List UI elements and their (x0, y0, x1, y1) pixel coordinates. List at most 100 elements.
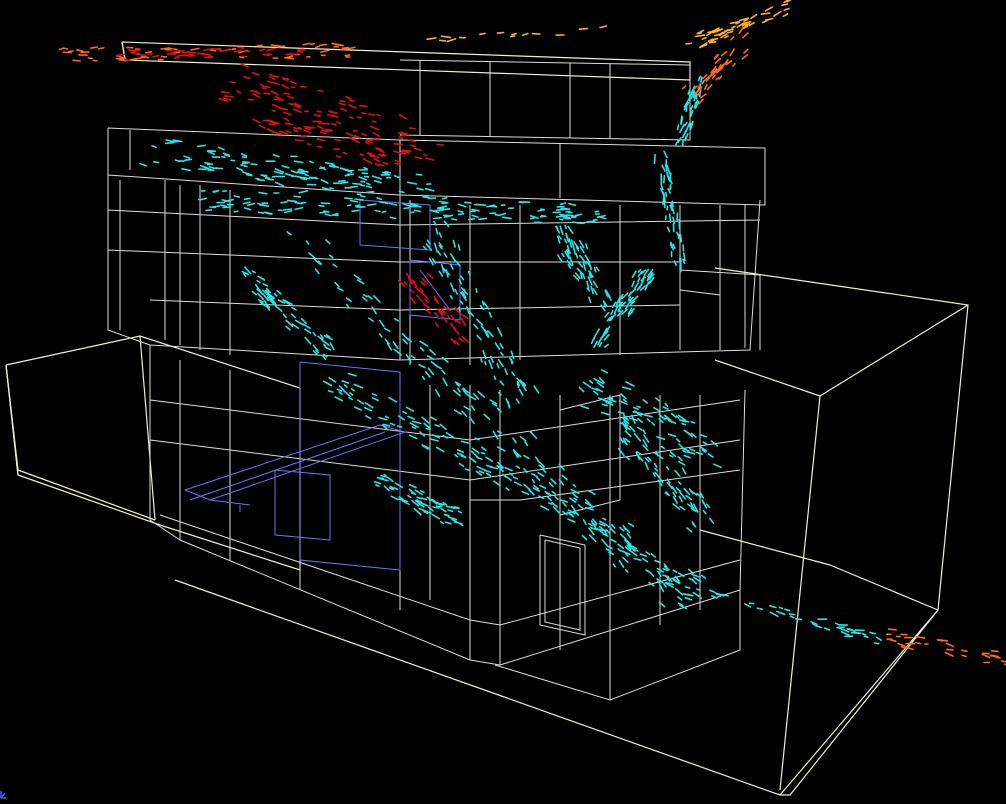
flow-vector (510, 358, 513, 365)
flow-vector (427, 367, 435, 376)
flow-vector (480, 325, 488, 334)
flow-vector (678, 257, 682, 265)
flow-vector (875, 636, 883, 642)
flow-vector (689, 109, 692, 115)
flow-vector (277, 45, 286, 48)
flow-vector (677, 481, 682, 486)
flow-vector (714, 57, 722, 64)
flow-vector (504, 466, 513, 472)
flow-vector (430, 438, 439, 442)
flow-vector (378, 319, 385, 328)
flow-vector (409, 211, 415, 214)
flow-vector (371, 396, 379, 402)
flow-vector (130, 51, 140, 55)
flow-vector (381, 210, 387, 213)
flow-vector (372, 131, 381, 138)
flow-vector (327, 390, 334, 393)
flow-vector (283, 117, 290, 122)
flow-vector (981, 653, 991, 659)
flow-vector (173, 56, 179, 60)
flow-vector (677, 602, 684, 607)
flow-vector (442, 377, 448, 387)
flow-vector (587, 489, 596, 496)
flow-vector (496, 327, 503, 337)
flow-vector (124, 58, 130, 62)
flow-vector (529, 217, 535, 220)
flow-vector (434, 311, 439, 317)
flow-vector (354, 135, 361, 139)
flow-vector (528, 489, 535, 496)
flow-vector (267, 80, 272, 84)
flow-vector (314, 268, 320, 275)
flow-vector (717, 31, 726, 36)
flow-vector (220, 91, 230, 94)
flow-vector (684, 586, 691, 589)
flow-vector (626, 532, 632, 539)
scene-canvas[interactable] (0, 0, 1006, 804)
flow-vector (705, 503, 711, 509)
flow-vector (252, 93, 261, 99)
flow-vector (548, 481, 554, 488)
flow-vector (236, 167, 244, 172)
flow-vector (292, 108, 302, 113)
flow-vector (742, 32, 749, 39)
flow-vector (393, 317, 400, 322)
flow-vector (300, 317, 308, 325)
flow-vector (609, 538, 617, 543)
flow-vector (183, 155, 191, 159)
flow-vector (423, 422, 431, 430)
flow-vector (651, 421, 656, 426)
flow-vector (312, 331, 317, 337)
flow-vector (512, 437, 517, 444)
flow-vector (349, 185, 359, 188)
interior-fixtures (184, 199, 461, 571)
flow-vector (209, 49, 217, 52)
flow-vector (627, 291, 632, 297)
flow-vector (540, 214, 547, 218)
flow-vector (256, 44, 263, 47)
flow-vector (624, 527, 631, 534)
flow-vector (420, 489, 425, 494)
flow-vector (782, 13, 789, 18)
viewport[interactable] (0, 0, 1006, 804)
flow-vector (258, 191, 268, 195)
flow-vector (567, 225, 574, 234)
flow-vector (691, 578, 698, 585)
flow-vector (314, 45, 321, 49)
flow-vector (698, 98, 704, 105)
flow-vector (281, 84, 290, 90)
flow-vector (382, 423, 391, 427)
flow-vector (783, 7, 790, 11)
flow-vector (617, 447, 625, 457)
flow-vector (374, 209, 381, 213)
flow-vector (292, 129, 299, 133)
flow-vector (268, 123, 276, 126)
flow-vector (625, 456, 631, 461)
flow-vector (578, 27, 589, 31)
flow-vector (305, 240, 310, 245)
flow-vector (270, 44, 277, 47)
flow-vector (353, 383, 364, 389)
flow-vector (440, 208, 451, 211)
flow-vector (435, 446, 445, 453)
flow-vector (496, 31, 505, 34)
flow-vector (732, 62, 736, 67)
flow-vector (364, 141, 370, 145)
flow-vector (676, 231, 680, 237)
flow-vector (687, 568, 694, 575)
flow-vector (212, 205, 221, 208)
flow-vector (345, 297, 352, 303)
flow-vector (454, 288, 459, 295)
flow-vector (438, 232, 443, 238)
flow-vector (407, 415, 415, 420)
flow-vector (500, 351, 504, 356)
flow-vector (347, 372, 357, 377)
flow-vector (365, 190, 375, 194)
flow-vector (424, 157, 435, 161)
flow-vector (601, 538, 609, 547)
flow-vector (629, 549, 638, 557)
flow-vector (360, 180, 366, 183)
flow-vector (304, 328, 312, 334)
flow-vector (661, 164, 666, 172)
flow-vector (251, 290, 258, 296)
